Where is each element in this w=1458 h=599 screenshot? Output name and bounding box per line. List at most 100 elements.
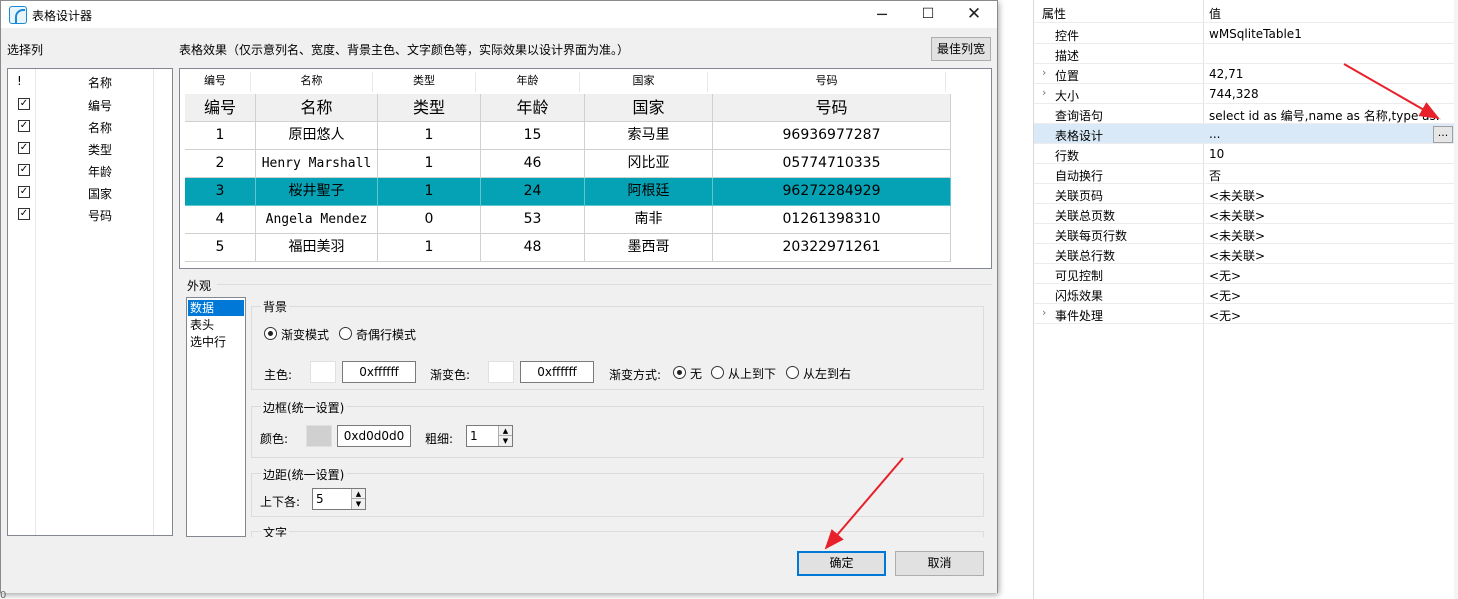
preview-cell[interactable]: 3 xyxy=(185,178,256,206)
property-value[interactable]: 744,328 xyxy=(1209,87,1441,101)
property-row[interactable]: 表格设计... xyxy=(1034,124,1454,144)
tab-header[interactable]: 表头 xyxy=(188,317,244,333)
radio-gradient-mode[interactable] xyxy=(264,327,277,340)
property-row[interactable]: › 位置 42,71 xyxy=(1034,64,1454,84)
preview-cell[interactable]: 2 xyxy=(185,150,256,178)
tab-selected-row[interactable]: 选中行 xyxy=(188,334,244,350)
preview-cell[interactable]: 0 xyxy=(378,206,481,234)
property-value[interactable]: <未关联> xyxy=(1209,207,1441,224)
vertical-margin-spinner[interactable]: 5 ▲ ▼ xyxy=(312,488,366,510)
property-value[interactable]: <无> xyxy=(1209,287,1441,304)
checkbox-checked-icon[interactable]: ✓ xyxy=(18,98,30,110)
preview-cell[interactable]: 阿根廷 xyxy=(585,178,713,206)
radio-method-left-right[interactable] xyxy=(786,366,799,379)
radio-odd-even-mode[interactable] xyxy=(339,327,352,340)
expand-chevron-icon[interactable]: › xyxy=(1042,306,1046,319)
border-color-input[interactable]: 0xd0d0d0 xyxy=(337,425,411,447)
checkbox-checked-icon[interactable]: ✓ xyxy=(18,120,30,132)
column-list-item[interactable]: ✓ 国家 xyxy=(8,181,172,203)
preview-cell[interactable]: 桜井聖子 xyxy=(256,178,378,206)
column-list-item[interactable]: ✓ 号码 xyxy=(8,203,172,225)
property-row[interactable]: › 大小 744,328 xyxy=(1034,84,1454,104)
preview-cell[interactable]: 48 xyxy=(481,234,585,262)
column-list-item[interactable]: ✓ 编号 xyxy=(8,93,172,115)
spin-up-icon[interactable]: ▲ xyxy=(498,426,512,436)
property-row[interactable]: 行数 10 xyxy=(1034,144,1454,164)
property-value[interactable]: select id as 编号,name as 名称,type as... xyxy=(1209,107,1441,124)
preview-cell[interactable]: 53 xyxy=(481,206,585,234)
preview-cell[interactable]: Angela Mendez xyxy=(256,206,378,234)
preview-cell[interactable]: 索马里 xyxy=(585,122,713,150)
spin-up-icon[interactable]: ▲ xyxy=(351,489,365,499)
property-row[interactable]: 关联总行数 <未关联> xyxy=(1034,244,1454,264)
preview-cell[interactable]: 1 xyxy=(185,122,256,150)
column-list-item[interactable]: ✓ 名称 xyxy=(8,115,172,137)
property-row[interactable]: 查询语句 select id as 编号,name as 名称,type as..… xyxy=(1034,104,1454,124)
property-value[interactable]: wMSqliteTable1 xyxy=(1209,27,1441,41)
checkbox-checked-icon[interactable]: ✓ xyxy=(18,142,30,154)
preview-cell[interactable]: Henry Marshall xyxy=(256,150,378,178)
property-row[interactable]: 可见控制 <无> xyxy=(1034,264,1454,284)
property-row[interactable]: 闪烁效果 <无> xyxy=(1034,284,1454,304)
table-preview[interactable]: 编号 名称 类型 年龄 国家 号码 编号 名称 类型 年龄 国家 号码 1 原田悠人 1 15 索马里 96936… xyxy=(179,68,992,269)
property-row[interactable]: 控件 wMSqliteTable1 xyxy=(1034,24,1454,44)
border-color-swatch[interactable] xyxy=(306,425,332,447)
property-value[interactable]: <未关联> xyxy=(1209,227,1441,244)
main-color-input[interactable]: 0xffffff xyxy=(342,361,416,383)
checkbox-checked-icon[interactable]: ✓ xyxy=(18,208,30,220)
preview-cell[interactable]: 46 xyxy=(481,150,585,178)
main-color-swatch[interactable] xyxy=(310,361,336,383)
preview-cell[interactable]: 4 xyxy=(185,206,256,234)
preview-cell[interactable]: 96272284929 xyxy=(713,178,951,206)
property-value[interactable]: <未关联> xyxy=(1209,187,1441,204)
best-column-width-button[interactable]: 最佳列宽 xyxy=(931,37,991,61)
preview-cell[interactable]: 1 xyxy=(378,178,481,206)
column-select-list[interactable]: ! 名称 ✓ 编号 ✓ 名称 ✓ 类型 ✓ 年龄 ✓ 国家 ✓ 号码 xyxy=(7,68,173,536)
radio-method-top-bottom[interactable] xyxy=(711,366,724,379)
property-value[interactable]: <未关联> xyxy=(1209,247,1441,264)
preview-cell[interactable]: 96936977287 xyxy=(713,122,951,150)
ok-button[interactable]: 确定 xyxy=(797,551,886,576)
preview-cell[interactable]: 24 xyxy=(481,178,585,206)
property-row[interactable]: 关联每页行数 <未关联> xyxy=(1034,224,1454,244)
property-row[interactable]: 自动换行 否 xyxy=(1034,164,1454,184)
preview-cell[interactable]: 1 xyxy=(378,150,481,178)
property-value[interactable]: <无> xyxy=(1209,307,1441,324)
cancel-button[interactable]: 取消 xyxy=(895,551,984,576)
preview-cell[interactable]: 原田悠人 xyxy=(256,122,378,150)
property-value[interactable]: 否 xyxy=(1209,167,1441,184)
close-button[interactable]: ✕ xyxy=(951,1,997,28)
tab-data[interactable]: 数据 xyxy=(188,300,244,316)
column-list-item[interactable]: ✓ 年龄 xyxy=(8,159,172,181)
checkbox-checked-icon[interactable]: ✓ xyxy=(18,164,30,176)
preview-cell[interactable]: 5 xyxy=(185,234,256,262)
preview-cell[interactable]: 20322971261 xyxy=(713,234,951,262)
gradient-color-swatch[interactable] xyxy=(488,361,514,383)
preview-cell[interactable]: 01261398310 xyxy=(713,206,951,234)
property-value[interactable]: 10 xyxy=(1209,147,1441,161)
spin-down-icon[interactable]: ▼ xyxy=(351,499,365,509)
preview-cell[interactable]: 墨西哥 xyxy=(585,234,713,262)
preview-cell[interactable]: 05774710335 xyxy=(713,150,951,178)
expand-chevron-icon[interactable]: › xyxy=(1042,86,1046,99)
preview-cell[interactable]: 1 xyxy=(378,122,481,150)
preview-cell[interactable]: 福田美羽 xyxy=(256,234,378,262)
property-row[interactable]: › 事件处理 <无> xyxy=(1034,304,1454,324)
gradient-color-input[interactable]: 0xffffff xyxy=(520,361,594,383)
spin-down-icon[interactable]: ▼ xyxy=(498,436,512,446)
property-row[interactable]: 关联总页数 <未关联> xyxy=(1034,204,1454,224)
property-value[interactable]: 42,71 xyxy=(1209,67,1441,81)
radio-method-none[interactable] xyxy=(673,366,686,379)
property-row[interactable]: 关联页码 <未关联> xyxy=(1034,184,1454,204)
preview-cell[interactable]: 15 xyxy=(481,122,585,150)
column-list-item[interactable]: ✓ 类型 xyxy=(8,137,172,159)
border-thickness-spinner[interactable]: 1 ▲ ▼ xyxy=(466,425,513,447)
property-value[interactable]: ... xyxy=(1209,127,1441,141)
maximize-button[interactable]: ☐ xyxy=(905,1,951,28)
appearance-tab-list[interactable]: 数据 表头 选中行 xyxy=(186,297,246,537)
minimize-button[interactable]: ─ xyxy=(859,1,905,28)
expand-chevron-icon[interactable]: › xyxy=(1042,66,1046,79)
property-row[interactable]: 描述 xyxy=(1034,44,1454,64)
property-value[interactable]: <无> xyxy=(1209,267,1441,284)
checkbox-checked-icon[interactable]: ✓ xyxy=(18,186,30,198)
